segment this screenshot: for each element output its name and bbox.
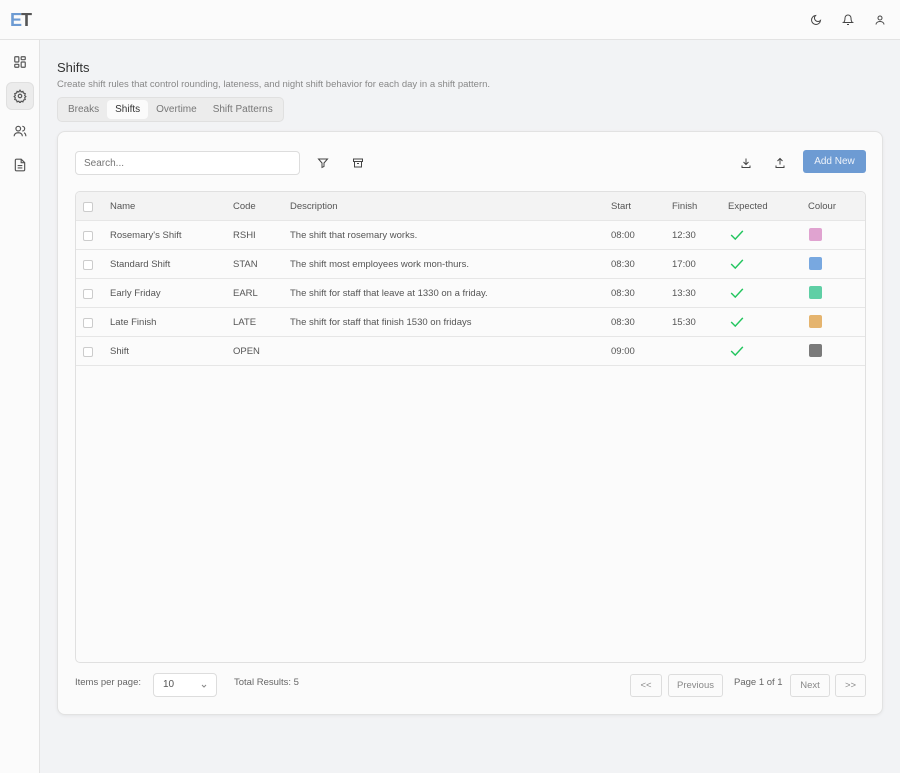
last-page-button[interactable]: >> — [835, 674, 866, 697]
colour-swatch — [809, 228, 822, 241]
dark-mode-moon-icon[interactable] — [808, 12, 824, 28]
row-checkbox[interactable] — [83, 231, 93, 241]
tab-shifts[interactable]: Shifts — [107, 100, 149, 119]
header-code[interactable]: Code — [233, 192, 256, 221]
expected-check-icon — [730, 230, 744, 241]
notifications-bell-icon[interactable] — [840, 12, 856, 28]
select-all-checkbox[interactable] — [83, 202, 93, 212]
items-per-page-label: Items per page: — [75, 677, 142, 688]
chevron-down-icon — [201, 684, 207, 688]
cell-finish: 13:30 — [672, 288, 696, 299]
cell-start: 08:30 — [611, 288, 635, 299]
colour-swatch — [809, 344, 822, 357]
row-checkbox[interactable] — [83, 318, 93, 328]
cell-code: STAN — [233, 259, 258, 270]
expected-check-icon — [730, 317, 744, 328]
cell-start: 09:00 — [611, 346, 635, 357]
top-bar: ET — [0, 0, 900, 40]
expected-check-icon — [730, 259, 744, 270]
cell-name: Standard Shift — [110, 259, 171, 270]
cell-finish: 15:30 — [672, 317, 696, 328]
items-per-page-value: 10 — [163, 679, 175, 690]
page-title: Shifts — [57, 60, 90, 75]
first-page-button[interactable]: << — [630, 674, 662, 697]
cell-name: Early Friday — [110, 288, 161, 299]
previous-page-button[interactable]: Previous — [668, 674, 723, 697]
header-expected[interactable]: Expected — [728, 192, 768, 221]
tab-breaks[interactable]: Breaks — [60, 100, 107, 119]
total-results: Total Results: 5 — [234, 677, 299, 688]
header-start[interactable]: Start — [611, 192, 631, 221]
table-row[interactable]: Shift OPEN 09:00 — [76, 337, 865, 366]
row-checkbox[interactable] — [83, 347, 93, 357]
cell-start: 08:30 — [611, 259, 635, 270]
cell-description: The shift for staff that leave at 1330 o… — [290, 288, 488, 299]
page-indicator: Page 1 of 1 — [734, 677, 783, 688]
cell-description: The shift most employees work mon-thurs. — [290, 259, 469, 270]
tab-shift-patterns[interactable]: Shift Patterns — [205, 100, 281, 119]
header-finish[interactable]: Finish — [672, 192, 697, 221]
cell-name: Rosemary's Shift — [110, 230, 182, 241]
header-description[interactable]: Description — [290, 192, 338, 221]
cell-code: RSHI — [233, 230, 256, 241]
row-checkbox[interactable] — [83, 289, 93, 299]
table-header-row: Name Code Description Start Finish Expec… — [76, 192, 865, 221]
settings-tabs: Breaks Shifts Overtime Shift Patterns — [57, 97, 284, 122]
logo[interactable]: ET — [10, 10, 32, 31]
cell-code: LATE — [233, 317, 257, 328]
header-name[interactable]: Name — [110, 192, 135, 221]
cell-description: The shift that rosemary works. — [290, 230, 418, 241]
table-row[interactable]: Rosemary's Shift RSHI The shift that rosem… — [76, 221, 865, 250]
cell-finish: 17:00 — [672, 259, 696, 270]
colour-swatch — [809, 286, 822, 299]
dashboard-icon[interactable] — [6, 48, 34, 76]
upload-icon[interactable] — [772, 155, 788, 171]
sidebar — [0, 40, 40, 773]
header-colour[interactable]: Colour — [808, 192, 836, 221]
next-page-button[interactable]: Next — [790, 674, 830, 697]
row-checkbox[interactable] — [83, 260, 93, 270]
shifts-card: Add New Name Code Description Start Fini… — [57, 131, 883, 715]
colour-swatch — [809, 315, 822, 328]
cell-description: The shift for staff that finish 1530 on … — [290, 317, 472, 328]
reports-document-icon[interactable] — [6, 151, 34, 179]
download-icon[interactable] — [738, 155, 754, 171]
cell-start: 08:30 — [611, 317, 635, 328]
users-icon[interactable] — [6, 117, 34, 145]
table-row[interactable]: Standard Shift STAN The shift most employe… — [76, 250, 865, 279]
cell-start: 08:00 — [611, 230, 635, 241]
cell-name: Shift — [110, 346, 130, 357]
filter-icon[interactable] — [315, 155, 331, 171]
user-profile-icon[interactable] — [872, 12, 888, 28]
cell-finish: 12:30 — [672, 230, 696, 241]
cell-name: Late Finish — [110, 317, 157, 328]
colour-swatch — [809, 257, 822, 270]
add-new-button[interactable]: Add New — [803, 150, 866, 173]
archive-icon[interactable] — [350, 155, 366, 171]
table-row[interactable]: Early Friday EARL The shift for staff that… — [76, 279, 865, 308]
items-per-page-select[interactable]: 10 — [153, 673, 217, 697]
cell-code: EARL — [233, 288, 258, 299]
page-subtitle: Create shift rules that control rounding… — [57, 79, 491, 90]
tab-overtime[interactable]: Overtime — [148, 100, 205, 119]
settings-gear-icon[interactable] — [6, 82, 34, 110]
search-input[interactable] — [75, 151, 300, 175]
table-row[interactable]: Late Finish LATE The shift for staff that … — [76, 308, 865, 337]
expected-check-icon — [730, 346, 744, 357]
expected-check-icon — [730, 288, 744, 299]
cell-code: OPEN — [233, 346, 260, 357]
shifts-table: Name Code Description Start Finish Expec… — [75, 191, 866, 663]
